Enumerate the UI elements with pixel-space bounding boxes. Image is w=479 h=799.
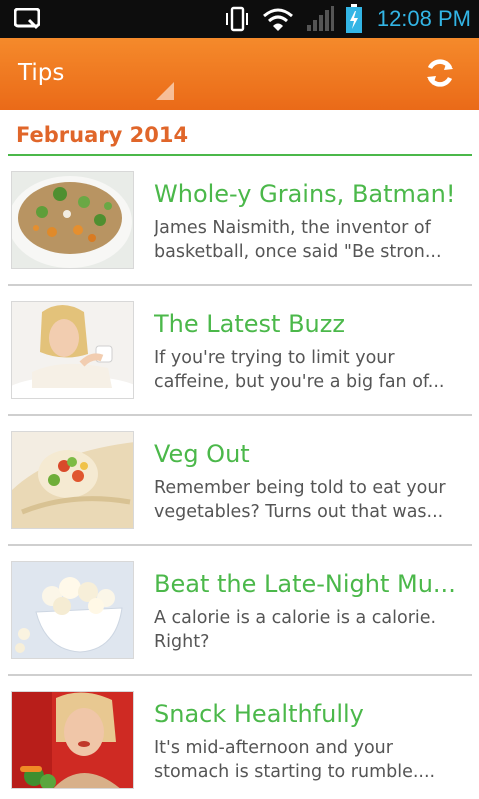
tip-description-line: caffeine, but you're a big fan of... (154, 372, 445, 392)
status-bar: 12:08 PM (0, 0, 479, 38)
tip-title: Whole-y Grains, Batman! (154, 180, 456, 208)
list-item[interactable]: Veg Out Remember being told to eat your … (0, 418, 479, 548)
section-header: February 2014 (8, 118, 472, 156)
tip-description: James Naismith, the inventor of basketba… (154, 216, 462, 264)
tip-description-line: If you're trying to limit your (154, 348, 395, 368)
tip-description-line: James Naismith, the inventor of (154, 218, 431, 238)
spinner-indicator-icon[interactable] (156, 82, 174, 100)
tip-description: If you're trying to limit your caffeine,… (154, 346, 462, 394)
list-divider (8, 544, 472, 546)
tip-description-line: Right? (154, 632, 210, 652)
tip-title: The Latest Buzz (154, 310, 345, 338)
signal-icon (306, 6, 334, 31)
action-bar-title[interactable]: Tips (18, 60, 64, 86)
tip-description: It's mid-afternoon and your stomach is s… (154, 736, 462, 784)
wifi-icon (262, 8, 293, 31)
grain-salad-image (11, 171, 134, 269)
list-divider (8, 414, 472, 416)
tip-description-line: vegetables? Turns out that was... (154, 502, 444, 522)
list-item[interactable]: The Latest Buzz If you're trying to limi… (0, 288, 479, 418)
tip-description-line: basketball, once said "Be stron... (154, 242, 442, 262)
notification-icon (14, 8, 40, 30)
tip-description: Remember being told to eat your vegetabl… (154, 476, 462, 524)
section-title: February 2014 (16, 123, 189, 147)
refresh-icon[interactable] (423, 56, 457, 90)
tip-description-line: It's mid-afternoon and your (154, 738, 393, 758)
tip-title: Veg Out (154, 440, 250, 468)
popcorn-image (11, 561, 134, 659)
tip-title: Beat the Late-Night Mu... (154, 570, 456, 598)
battery-icon (345, 4, 362, 33)
list-item[interactable]: Whole-y Grains, Batman! James Naismith, … (0, 158, 479, 288)
tip-description-line: stomach is starting to rumble.... (154, 762, 436, 782)
tip-description-line: A calorie is a calorie is a calorie. (154, 608, 437, 628)
status-time: 12:08 PM (376, 6, 471, 31)
tip-description-line: Remember being told to eat your (154, 478, 446, 498)
vibrate-icon (225, 6, 248, 32)
list-divider (8, 674, 472, 676)
action-bar: Tips (0, 38, 479, 110)
list-item[interactable]: Beat the Late-Night Mu... A calorie is a… (0, 548, 479, 678)
tip-title: Snack Healthfully (154, 700, 364, 728)
woman-snack-image (11, 691, 134, 789)
tip-description: A calorie is a calorie is a calorie. Rig… (154, 606, 462, 654)
status-icons: 12:08 PM (223, 0, 471, 38)
list-divider (8, 284, 472, 286)
woman-coffee-image (11, 301, 134, 399)
veggie-wrap-image (11, 431, 134, 529)
list-item[interactable]: Snack Healthfully It's mid-afternoon and… (0, 678, 479, 799)
